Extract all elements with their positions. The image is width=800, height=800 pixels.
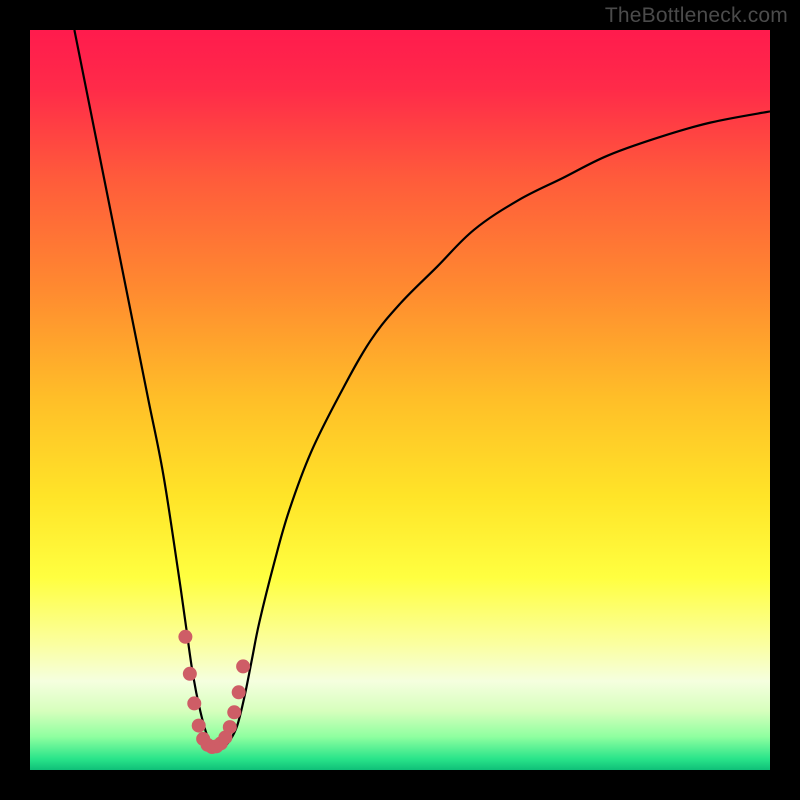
plot-area [30,30,770,770]
valley-dot [223,720,237,734]
chart-frame: TheBottleneck.com [0,0,800,800]
valley-dot [232,685,246,699]
valley-dot [178,630,192,644]
valley-dot [227,705,241,719]
valley-dot [236,659,250,673]
watermark-text: TheBottleneck.com [605,4,788,28]
valley-dot [192,719,206,733]
bottleneck-curve [74,30,770,749]
curves-layer [30,30,770,770]
valley-dot [183,667,197,681]
valley-dot [187,696,201,710]
